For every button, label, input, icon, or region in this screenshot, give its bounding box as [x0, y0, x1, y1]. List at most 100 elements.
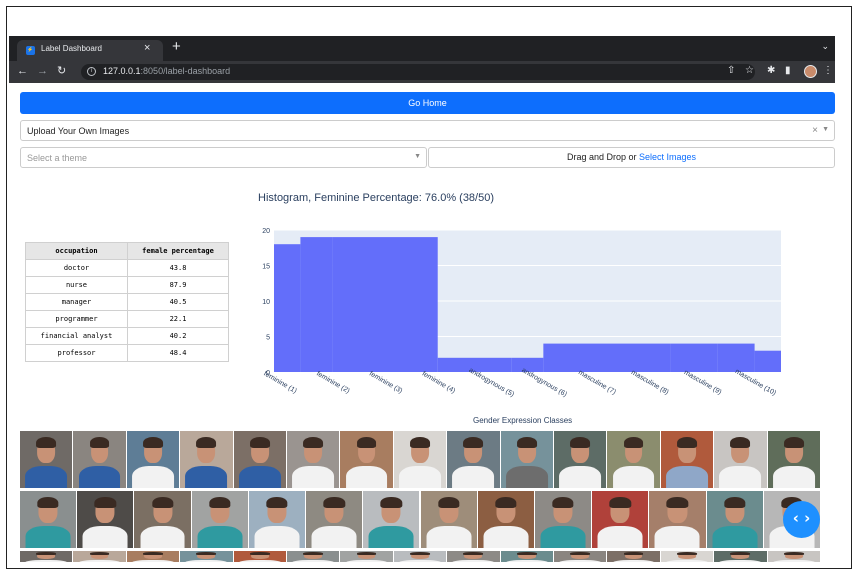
extensions-icon[interactable]: ✱ — [767, 65, 775, 77]
gallery-image[interactable] — [660, 431, 714, 488]
portrait-hair — [783, 436, 804, 449]
portrait-body — [25, 559, 68, 562]
gallery-image[interactable] — [20, 551, 73, 562]
gallery-image[interactable] — [714, 551, 767, 562]
portrait-hair — [723, 496, 746, 509]
kebab-menu-icon[interactable]: ⋮ — [823, 65, 833, 77]
histogram-bar — [543, 343, 671, 372]
portrait-hair — [94, 496, 116, 509]
portrait-hair — [303, 436, 324, 449]
gallery-image[interactable] — [77, 491, 134, 548]
gallery-image[interactable] — [592, 491, 649, 548]
portrait-hair — [89, 552, 110, 556]
gallery-image[interactable] — [134, 491, 191, 548]
close-tab-icon[interactable]: × — [144, 42, 150, 54]
gallery-image[interactable] — [477, 491, 534, 548]
gallery-image[interactable] — [607, 551, 660, 562]
gallery-image[interactable] — [126, 551, 180, 562]
gallery-image[interactable] — [191, 491, 248, 548]
portrait-hair — [89, 436, 110, 449]
portrait-hair — [623, 436, 644, 449]
table-row: nurse 87.9 — [25, 276, 229, 294]
portrait-hair — [266, 496, 288, 509]
gallery-image[interactable] — [706, 491, 763, 548]
gallery-image[interactable] — [233, 431, 286, 488]
gallery-image[interactable] — [287, 551, 340, 562]
gallery-image[interactable] — [649, 491, 706, 548]
gallery-image[interactable] — [248, 491, 306, 548]
gallery-image[interactable] — [420, 491, 477, 548]
gallery-image[interactable] — [767, 431, 820, 488]
gallery-image[interactable] — [73, 551, 126, 562]
address-bar[interactable]: i 127.0.0.1:8050/label-dashboard — [81, 64, 755, 80]
gallery-image[interactable] — [393, 431, 447, 488]
portrait-hair — [36, 436, 57, 449]
gallery-image[interactable] — [607, 431, 660, 488]
gallery-image[interactable] — [393, 551, 447, 562]
gallery-image[interactable] — [306, 491, 363, 548]
table-row: programmer 22.1 — [25, 310, 229, 328]
chevron-down-icon[interactable]: ▼ — [822, 126, 829, 133]
gallery-image[interactable] — [73, 431, 126, 488]
sidepanel-icon[interactable]: ▮ — [785, 65, 791, 77]
portrait-body — [399, 559, 441, 562]
back-arrow-icon[interactable]: ← — [17, 64, 28, 78]
new-tab-icon[interactable]: + — [172, 38, 181, 56]
gallery-image[interactable] — [534, 491, 592, 548]
gallery-image[interactable] — [554, 431, 607, 488]
code-nav-button[interactable]: ‹ › — [783, 501, 820, 538]
gallery-image[interactable] — [714, 431, 767, 488]
image-upload-dropzone[interactable]: Drag and Drop or Select Images — [428, 147, 835, 168]
gallery-image[interactable] — [20, 491, 77, 548]
portrait-hair — [143, 552, 163, 556]
y-tick-label: 15 — [262, 264, 270, 271]
share-icon[interactable]: ⇧ — [727, 65, 735, 77]
forward-arrow-icon[interactable]: → — [37, 64, 48, 78]
gallery-image[interactable] — [180, 431, 233, 488]
select-images-link[interactable]: Select Images — [639, 152, 696, 162]
portrait-hair — [196, 436, 217, 449]
portrait-body — [399, 466, 441, 488]
gallery-image[interactable] — [340, 551, 393, 562]
gallery-image[interactable] — [363, 491, 420, 548]
gallery-image[interactable] — [500, 431, 553, 488]
x-axis-title: Gender Expression Classes — [473, 416, 573, 425]
table-cell: 48.4 — [127, 344, 229, 362]
x-tick-label: masculine (10) — [734, 368, 777, 397]
upload-images-select[interactable]: Upload Your Own Images × ▼ — [20, 120, 835, 141]
theme-select[interactable]: Select a theme ▼ — [20, 147, 427, 168]
portrait-body — [559, 466, 602, 488]
table-row: financial analyst 40.2 — [25, 327, 229, 345]
portrait-hair — [37, 496, 59, 509]
tab-search-chevron-icon[interactable]: ⌄ — [821, 41, 829, 52]
go-home-button[interactable]: Go Home — [20, 92, 835, 114]
clear-icon[interactable]: × — [812, 125, 818, 136]
portrait-hair — [495, 496, 517, 509]
gallery-image[interactable] — [340, 431, 393, 488]
gallery-image[interactable] — [126, 431, 180, 488]
gallery-image[interactable] — [554, 551, 607, 562]
profile-avatar-icon[interactable] — [804, 65, 817, 78]
portrait-hair — [516, 436, 537, 449]
table-cell: 40.5 — [127, 293, 229, 311]
gallery-image[interactable] — [767, 551, 820, 562]
gallery-image[interactable] — [447, 431, 500, 488]
gallery-image[interactable] — [180, 551, 233, 562]
gallery-image[interactable] — [287, 431, 340, 488]
dash-favicon-icon: ⚡ — [26, 46, 35, 55]
tab-title: Label Dashboard — [41, 44, 102, 53]
reload-icon[interactable]: ↻ — [57, 64, 66, 78]
gallery-image[interactable] — [660, 551, 714, 562]
gallery-image[interactable] — [500, 551, 553, 562]
gallery-image[interactable] — [20, 431, 73, 488]
star-icon[interactable]: ☆ — [745, 65, 754, 77]
portrait-hair — [463, 552, 484, 556]
browser-tab[interactable]: ⚡ Label Dashboard × — [17, 40, 163, 61]
info-icon[interactable]: i — [87, 67, 96, 76]
gallery-image[interactable] — [233, 551, 286, 562]
table-cell: 40.2 — [127, 327, 229, 345]
portrait-body — [666, 559, 708, 562]
portrait-hair — [677, 552, 697, 556]
chevron-down-icon[interactable]: ▼ — [414, 153, 421, 160]
gallery-image[interactable] — [447, 551, 500, 562]
